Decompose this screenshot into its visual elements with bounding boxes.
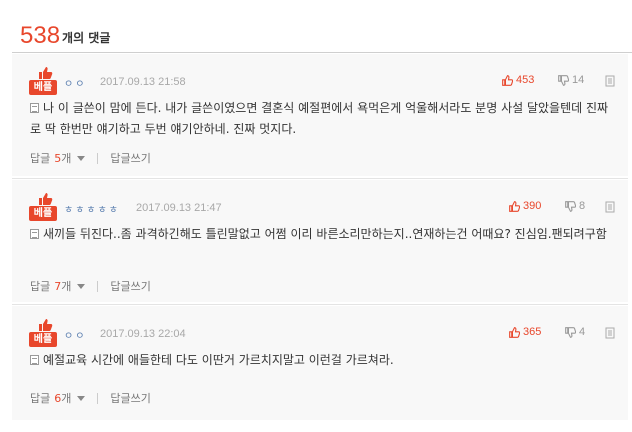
- comment-nickname[interactable]: ㅇㅇ: [64, 327, 86, 342]
- reply-count-unit[interactable]: 개: [61, 278, 71, 294]
- footer-divider: [97, 280, 99, 292]
- comments-header: 538 개의 댓글: [20, 18, 110, 48]
- comment-body: 새끼들 뒤진다..좀 과격하긴해도 틀린말없고 어쩜 이리 바른소리만하는지..…: [43, 227, 607, 241]
- document-icon: [30, 355, 39, 365]
- thumbs-down-icon: [558, 74, 569, 86]
- comment-body: 예절교육 시간에 애들한테 다도 이딴거 가르치지말고 이런걸 가르쳐라.: [43, 353, 394, 367]
- comment-footer: 답글 7 개 답글쓰기: [30, 278, 151, 294]
- comment-count: 538: [20, 22, 61, 49]
- comment-date: 2017.09.13 21:58: [100, 76, 186, 88]
- reply-count-unit[interactable]: 개: [61, 150, 71, 166]
- best-badge-label: 베플: [29, 206, 57, 221]
- best-badge-label: 베플: [29, 332, 57, 347]
- thumbs-up-icon: [509, 326, 520, 338]
- reply-count[interactable]: 7: [54, 280, 61, 293]
- write-reply-button[interactable]: 답글쓰기: [110, 150, 150, 166]
- reply-toggle-label[interactable]: 답글: [30, 278, 50, 294]
- caret-down-icon[interactable]: [77, 395, 86, 401]
- reply-count-unit[interactable]: 개: [61, 390, 71, 406]
- caret-down-icon[interactable]: [77, 155, 86, 161]
- like-button[interactable]: 453: [502, 74, 534, 86]
- thumbs-down-icon: [565, 200, 576, 212]
- like-count: 365: [523, 326, 542, 338]
- like-count: 390: [523, 200, 542, 212]
- best-badge-label: 베플: [29, 80, 57, 95]
- dislike-count: 14: [572, 74, 585, 86]
- reply-toggle-label[interactable]: 답글: [30, 390, 50, 406]
- document-icon: [30, 229, 39, 239]
- comment-item: 베플 ㅇㅇ 2017.09.13 21:58 453 14 나 이 글쓴이 맘에…: [12, 54, 628, 176]
- thumbs-down-icon: [565, 326, 576, 338]
- comment-text: 나 이 글쓴이 맘에 든다. 내가 글쓴이였으면 결혼식 예절편에서 욕먹은게 …: [30, 98, 610, 140]
- dislike-button[interactable]: 14: [558, 74, 584, 86]
- report-icon[interactable]: [604, 75, 616, 87]
- reply-count[interactable]: 6: [54, 392, 61, 405]
- comment-footer: 답글 5 개 답글쓰기: [30, 150, 151, 166]
- report-icon[interactable]: [604, 201, 616, 213]
- caret-down-icon[interactable]: [77, 283, 86, 289]
- dislike-count: 4: [579, 326, 586, 338]
- thumbs-up-icon: [502, 74, 513, 86]
- dislike-count: 8: [579, 200, 586, 212]
- comment-body: 나 이 글쓴이 맘에 든다. 내가 글쓴이였으면 결혼식 예절편에서 욕먹은게 …: [30, 101, 609, 136]
- footer-divider: [97, 152, 99, 164]
- header-divider: [12, 52, 632, 53]
- report-icon[interactable]: [604, 327, 616, 339]
- like-button[interactable]: 365: [509, 326, 541, 338]
- best-comment-badge: 베플: [29, 192, 61, 222]
- comment-text: 새끼들 뒤진다..좀 과격하긴해도 틀린말없고 어쩜 이리 바른소리만하는지..…: [30, 224, 610, 245]
- dislike-button[interactable]: 8: [565, 200, 585, 212]
- comment-nickname[interactable]: ㅎㅎㅎㅎㅎ: [64, 201, 120, 216]
- comment-nickname[interactable]: ㅇㅇ: [64, 75, 86, 90]
- comment-item: 베플 ㅇㅇ 2017.09.13 22:04 365 4 예절교육 시간에 애들…: [12, 306, 628, 420]
- comment-text: 예절교육 시간에 애들한테 다도 이딴거 가르치지말고 이런걸 가르쳐라.: [30, 350, 610, 371]
- reply-count[interactable]: 5: [54, 152, 61, 165]
- best-thumb-icon: [39, 319, 53, 331]
- comment-count-label: 개의 댓글: [62, 31, 111, 45]
- best-comment-badge: 베플: [29, 318, 61, 348]
- best-thumb-icon: [39, 193, 53, 205]
- comment-date: 2017.09.13 21:47: [136, 202, 222, 214]
- comment-separator: [12, 304, 628, 305]
- reply-toggle-label[interactable]: 답글: [30, 150, 50, 166]
- comment-date: 2017.09.13 22:04: [100, 328, 186, 340]
- write-reply-button[interactable]: 답글쓰기: [110, 390, 150, 406]
- comment-item: 베플 ㅎㅎㅎㅎㅎ 2017.09.13 21:47 390 8 새끼들 뒤진다.…: [12, 180, 628, 302]
- comment-footer: 답글 6 개 답글쓰기: [30, 390, 151, 406]
- thumbs-up-icon: [509, 200, 520, 212]
- like-count: 453: [516, 74, 535, 86]
- best-thumb-icon: [39, 67, 53, 79]
- comment-separator: [12, 178, 628, 179]
- document-icon: [30, 103, 39, 113]
- like-button[interactable]: 390: [509, 200, 541, 212]
- footer-divider: [97, 392, 99, 404]
- dislike-button[interactable]: 4: [565, 326, 585, 338]
- write-reply-button[interactable]: 답글쓰기: [110, 278, 150, 294]
- best-comment-badge: 베플: [29, 66, 61, 96]
